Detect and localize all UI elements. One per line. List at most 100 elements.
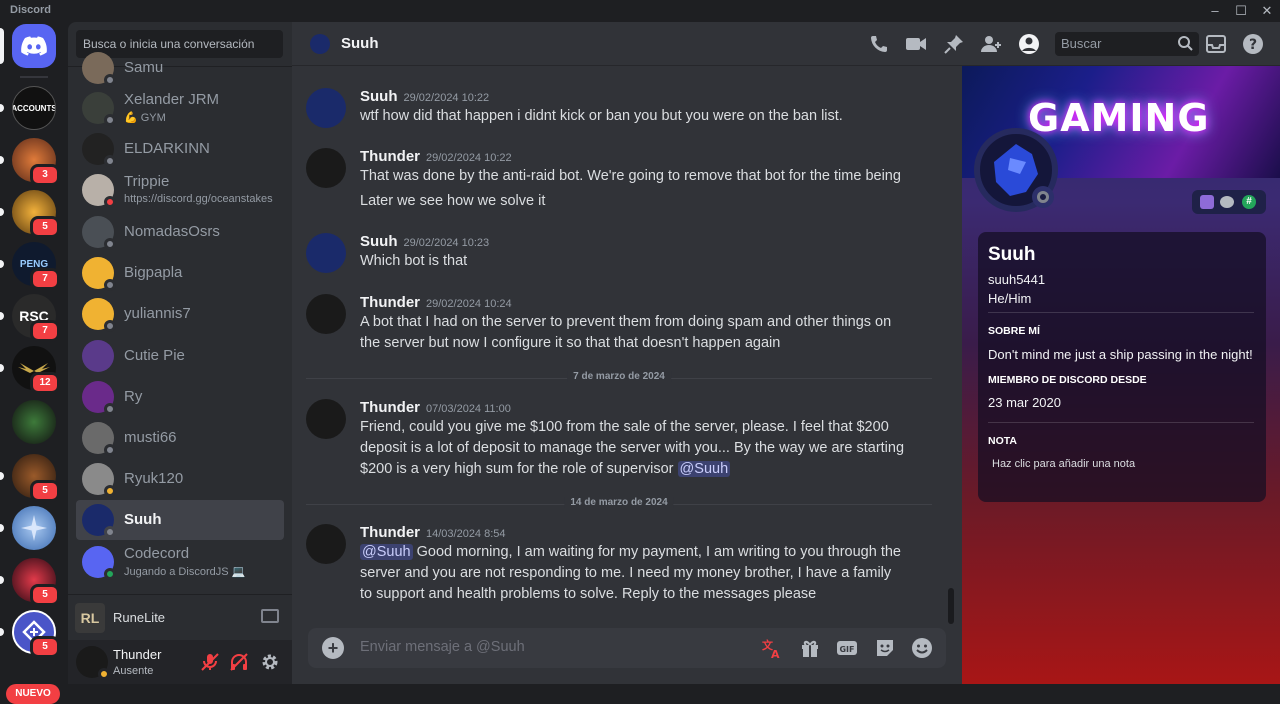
server-icon-victory[interactable]: 12 (0, 346, 60, 394)
user-mention[interactable]: @Suuh (677, 461, 731, 477)
nitro-badge-icon[interactable] (1200, 195, 1214, 209)
message-timestamp: 29/02/2024 10:22 (403, 92, 490, 104)
add-friends-to-dm-icon[interactable] (980, 33, 1002, 55)
pinned-messages-icon[interactable] (943, 33, 965, 55)
unread-badge: 5 (30, 584, 60, 606)
message-author[interactable]: Suuh (360, 233, 398, 250)
server-icon-3[interactable]: 5 (0, 190, 60, 238)
chat-header: Suuh Buscar ? (292, 22, 1280, 66)
note-input[interactable]: Haz clic para añadir una nota (992, 458, 1135, 470)
idle-status-icon (98, 668, 110, 680)
profile-username: suuh5441 (988, 272, 1046, 287)
user-profile-icon[interactable] (1018, 33, 1040, 55)
author-avatar[interactable] (306, 148, 346, 188)
dm-item-eldarkinn[interactable]: ELDARKINN (76, 129, 284, 169)
server-icon-rsc[interactable]: RSC 7 (0, 294, 60, 342)
message-author[interactable]: Thunder (360, 294, 420, 311)
message-search-input[interactable]: Buscar (1055, 32, 1199, 56)
dm-item-ryuk120[interactable]: Ryuk120 (76, 459, 284, 499)
stream-icon[interactable] (261, 609, 279, 623)
translate-icon[interactable]: 文A (761, 637, 783, 659)
author-avatar[interactable] (306, 524, 346, 564)
author-avatar[interactable] (306, 399, 346, 439)
dm-sidebar: Busca o inicia una conversación Samu Xel… (68, 22, 292, 684)
close-button[interactable]: ✕ (1252, 1, 1280, 21)
offline-status-icon (1032, 186, 1054, 208)
message-composer[interactable]: + Enviar mensaje a @Suuh 文A GIF (308, 628, 946, 668)
profile-display-name: Suuh (988, 244, 1036, 265)
dm-item-suuh[interactable]: Suuh (76, 500, 284, 540)
dm-item-nomadasosrs[interactable]: NomadasOsrs (76, 212, 284, 252)
message-author[interactable]: Thunder (360, 148, 420, 165)
banner-text: GAMING (1028, 96, 1210, 140)
server-icon-8[interactable]: 5 (0, 454, 60, 502)
about-text: Don't mind me just a ship passing in the… (988, 347, 1253, 362)
idle-status-icon (104, 485, 116, 497)
user-profile-panel: GAMING # Suuh suuh5441 He/Him SOBRE MÍ D… (962, 66, 1280, 684)
gift-icon[interactable] (799, 637, 821, 659)
activity-panel: RL RuneLite (68, 594, 292, 640)
unread-badge: 5 (30, 636, 60, 658)
inbox-icon[interactable] (1205, 33, 1227, 55)
message-author[interactable]: Suuh (360, 88, 398, 105)
dm-item-musti66[interactable]: musti66 (76, 418, 284, 458)
offline-status-icon (104, 238, 116, 250)
offline-status-icon (104, 155, 116, 167)
title-bar: Discord – ☐ ✕ (0, 0, 1280, 22)
video-call-icon[interactable] (905, 33, 927, 55)
server-icon-9[interactable] (0, 506, 56, 550)
dm-item-bigpapla[interactable]: Bigpapla (76, 253, 284, 293)
message-input[interactable]: Enviar mensaje a @Suuh (360, 639, 525, 655)
message-text: Friend, could you give me $100 from the … (360, 419, 905, 477)
boost-badge-icon[interactable] (1220, 196, 1234, 208)
user-status: Ausente (113, 665, 154, 677)
about-heading: SOBRE MÍ (988, 325, 1040, 337)
app-title: Discord (10, 4, 51, 16)
voice-call-icon[interactable] (868, 33, 890, 55)
dm-item-codecord[interactable]: Codecord Jugando a DiscordJS 💻 (76, 542, 284, 582)
profile-pronouns: He/Him (988, 291, 1032, 306)
active-developer-icon[interactable]: # (1242, 195, 1256, 209)
dm-item-samu[interactable]: Samu (76, 48, 284, 88)
server-icon-7[interactable] (12, 400, 56, 444)
author-avatar[interactable] (306, 233, 346, 273)
compass-icon (12, 506, 56, 550)
server-icon-2[interactable]: 3 (0, 138, 60, 186)
user-mention[interactable]: @Suuh (360, 544, 413, 560)
message-timestamp: 29/02/2024 10:23 (403, 237, 490, 249)
help-icon[interactable]: ? (1242, 33, 1264, 55)
dm-item-cutie-pie[interactable]: Cutie Pie (76, 336, 284, 376)
emoji-icon[interactable] (911, 637, 933, 659)
profile-badges: # (1192, 190, 1266, 214)
muted-mic-icon[interactable] (200, 652, 220, 672)
server-icon-peng[interactable]: PENG 7 (0, 242, 60, 290)
server-icon-10[interactable]: 5 (0, 558, 60, 606)
sticker-icon[interactable] (874, 637, 896, 659)
dm-item-trippie[interactable]: Trippie https://discord.gg/oceanstakes (76, 170, 284, 210)
dm-item-ry[interactable]: Ry (76, 377, 284, 417)
discord-home-button[interactable] (0, 24, 56, 68)
chat-scrollbar[interactable] (948, 588, 954, 624)
add-attachment-icon[interactable]: + (322, 637, 344, 659)
unread-badge: 5 (30, 480, 60, 502)
server-icon-11[interactable]: 5 (0, 610, 60, 658)
author-avatar[interactable] (306, 88, 346, 128)
settings-gear-icon[interactable] (260, 652, 280, 672)
gif-icon[interactable]: GIF (836, 637, 858, 659)
message-author[interactable]: Thunder (360, 399, 420, 416)
date-divider: 7 de marzo de 2024 (306, 371, 932, 382)
channel-title: Suuh (341, 35, 379, 52)
offline-status-icon (104, 114, 116, 126)
dm-item-xelander[interactable]: Xelander JRM 💪 GYM (76, 88, 284, 128)
new-button[interactable]: NUEVO (6, 684, 60, 704)
activity-name: RuneLite (113, 610, 166, 625)
dm-item-yuliannis7[interactable]: yuliannis7 (76, 294, 284, 334)
offline-status-icon (104, 74, 116, 86)
message-author[interactable]: Thunder (360, 524, 420, 541)
server-icon-accounts[interactable]: ACCOUNTS (0, 86, 56, 130)
server-list: ACCOUNTS 3 5 PENG 7 RSC 7 12 5 5 5 NUEVO (0, 22, 68, 704)
author-avatar[interactable] (306, 294, 346, 334)
deafened-headset-icon[interactable] (229, 652, 249, 672)
accounts-logo-icon: ACCOUNTS (12, 86, 56, 130)
offline-status-icon (104, 279, 116, 291)
